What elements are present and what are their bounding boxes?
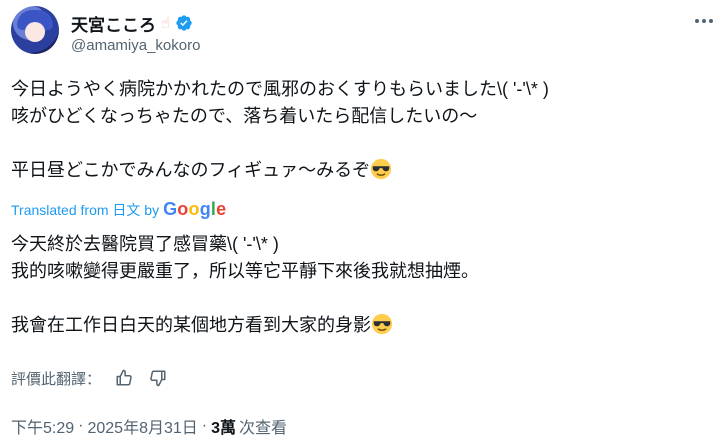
tweet-time[interactable]: 下午5:29 bbox=[11, 414, 74, 438]
translated-from-label[interactable]: Translated from 日文 by Google bbox=[11, 199, 226, 220]
google-logo-icon: Google bbox=[163, 199, 227, 219]
tweet-meta: 下午5:29 · 2025年8月31日 · 3萬 次查看 bbox=[11, 414, 287, 438]
thumbs-down-icon[interactable] bbox=[147, 367, 169, 389]
separator-dot: · bbox=[78, 417, 84, 434]
thumbs-up-icon[interactable] bbox=[113, 367, 135, 389]
translation-line-3: 我會在工作日白天的某個地方看到大家的身影 bbox=[11, 315, 371, 335]
author-name-row: 天宮こころ ☝ bbox=[71, 11, 193, 36]
verified-badge-icon[interactable] bbox=[175, 14, 193, 32]
separator-dot: · bbox=[201, 417, 208, 434]
finger-emoji-icon: ☝ bbox=[161, 15, 171, 32]
rate-translation-label: 評價此翻譯： bbox=[11, 370, 102, 388]
translation-line-2: 我的咳嗽變得更嚴重了，所以等它平靜下來後我就想抽煙。 bbox=[11, 261, 479, 281]
translation-text: 今天終於去醫院買了感冒藥\( '-'\* ) 我的咳嗽變得更嚴重了，所以等它平靜… bbox=[11, 231, 711, 339]
author-handle[interactable]: @amamiya_kokoro bbox=[71, 37, 200, 54]
views-count: 3萬 bbox=[211, 420, 237, 437]
display-name[interactable]: 天宮こころ bbox=[71, 11, 156, 36]
tweet-header: 天宮こころ ☝ @amamiya_kokoro bbox=[11, 6, 716, 60]
tweet-date[interactable]: 2025年8月31日 bbox=[87, 414, 197, 438]
tweet-line-3: 平日昼どこかでみんなのフィギュァ〜みるぞ bbox=[11, 160, 371, 180]
tweet-line-1: 今日ようやく病院かかれたので風邪のおくすりもらいました\( '-'\* ) bbox=[11, 79, 549, 99]
views-label: 次查看 bbox=[239, 420, 288, 437]
rate-translation-row: 評價此翻譯： bbox=[11, 366, 169, 390]
translation-line-1: 今天終於去醫院買了感冒藥\( '-'\* ) bbox=[11, 234, 279, 254]
translated-from-text: Translated from 日文 by bbox=[11, 201, 160, 218]
avatar[interactable] bbox=[11, 6, 59, 54]
sunglasses-emoji-icon bbox=[371, 313, 393, 335]
sunglasses-emoji-icon bbox=[371, 158, 392, 180]
tweet-text: 今日ようやく病院かかれたので風邪のおくすりもらいました\( '-'\* ) 咳が… bbox=[11, 76, 711, 184]
tweet-line-2: 咳がひどくなっちゃたので、落ち着いたら配信したいの〜 bbox=[11, 106, 478, 126]
more-options-icon[interactable] bbox=[692, 14, 716, 28]
